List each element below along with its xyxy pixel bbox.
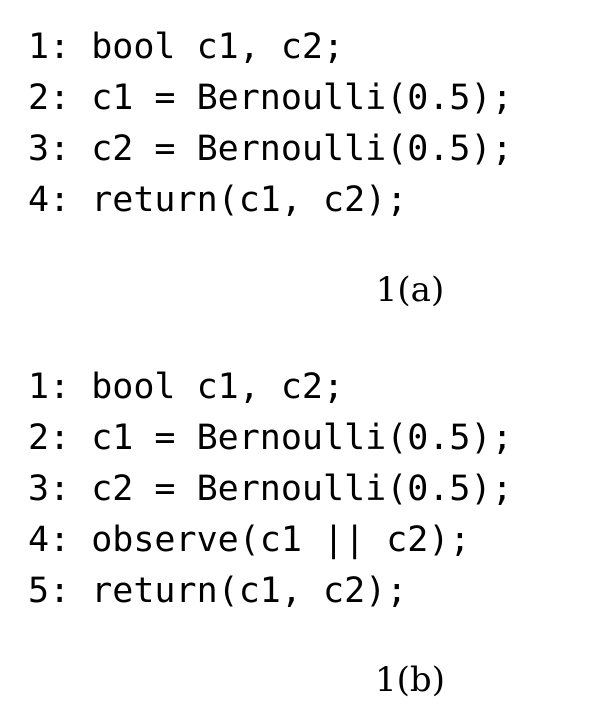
code-listing-1b: 1: bool c1, c2; 2: c1 = Bernoulli(0.5); … [0,362,609,617]
code-line: 2: c1 = Bernoulli(0.5); [28,78,513,118]
code-line: 4: observe(c1 || c2); [28,520,471,560]
code-line: 1: bool c1, c2; [28,367,345,407]
code-listing-1a: 1: bool c1, c2; 2: c1 = Bernoulli(0.5); … [0,22,609,226]
figure-caption-1a: 1(a) [375,270,445,310]
code-line: 1: bool c1, c2; [28,27,345,67]
code-line: 3: c2 = Bernoulli(0.5); [28,469,513,509]
figure-caption-1b: 1(b) [375,660,445,700]
code-line: 5: return(c1, c2); [28,571,408,611]
code-line: 2: c1 = Bernoulli(0.5); [28,418,513,458]
code-line: 3: c2 = Bernoulli(0.5); [28,129,513,169]
code-line: 4: return(c1, c2); [28,180,408,220]
